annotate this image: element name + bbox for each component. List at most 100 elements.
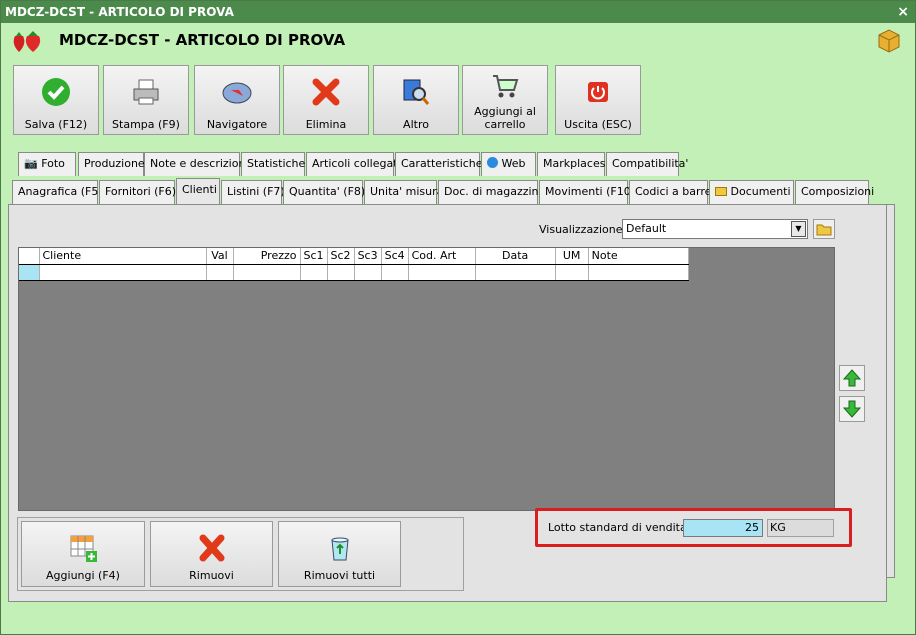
col-note[interactable]: Note (588, 248, 689, 265)
tab-movimenti[interactable]: Movimenti (F10) (539, 180, 635, 204)
cart-icon (493, 75, 519, 98)
chevron-down-icon[interactable]: ▼ (791, 221, 806, 237)
print-button[interactable]: Stampa (F9) (103, 65, 189, 135)
window-title: MDCZ-DCST - ARTICOLO DI PROVA (5, 5, 234, 19)
col-val[interactable]: Val (206, 248, 234, 265)
visualizzazione-label: Visualizzazione : (539, 223, 630, 236)
add-button[interactable]: Aggiungi (F4) (21, 521, 145, 587)
clienti-table: Cliente Val Prezzo Sc1 Sc2 Sc3 Sc4 Cod. … (19, 248, 689, 281)
tab-codici-barre[interactable]: Codici a barre (629, 180, 711, 204)
remove-button[interactable]: Rimuovi (150, 521, 273, 587)
globe-icon (487, 157, 498, 168)
navigator-label: Navigatore (206, 118, 268, 131)
tab-anagrafica[interactable]: Anagrafica (F5) (12, 180, 103, 204)
tab-markplaces[interactable]: Markplaces (537, 152, 605, 176)
cell-cod-art[interactable] (408, 264, 476, 281)
cell-data[interactable] (475, 264, 556, 281)
tab-foto[interactable]: 📷 Foto (18, 152, 76, 176)
table-row[interactable] (19, 264, 689, 281)
box-icon[interactable] (875, 27, 903, 55)
tab-unita-misura[interactable]: Unita' misura (364, 180, 443, 204)
tab-note[interactable]: Note e descrizioni (144, 152, 249, 176)
tab-caratteristiche[interactable]: Caratteristiche (395, 152, 483, 176)
delete-x-icon (312, 78, 340, 106)
clienti-grid[interactable]: Cliente Val Prezzo Sc1 Sc2 Sc3 Sc4 Cod. … (18, 247, 835, 511)
tab-compatibilita[interactable]: Compatibilita' (606, 152, 688, 176)
visualizzazione-value: Default (626, 222, 667, 235)
col-cod-art[interactable]: Cod. Art (408, 248, 476, 265)
visualizzazione-select[interactable]: Default ▼ (622, 219, 808, 239)
page-title: MDCZ-DCST - ARTICOLO DI PROVA (59, 31, 346, 49)
compass-icon (222, 82, 252, 104)
remove-all-label: Rimuovi tutti (303, 569, 376, 582)
close-icon[interactable]: × (897, 1, 909, 23)
row-header-cell (19, 248, 40, 265)
main-window: MDCZ-DCST - ARTICOLO DI PROVA × MDCZ-DCS… (0, 0, 916, 635)
search-doc-icon (403, 79, 430, 105)
delete-x-icon (199, 534, 224, 562)
col-data[interactable]: Data (475, 248, 556, 265)
tab-fornitori[interactable]: Fornitori (F6) (99, 180, 176, 204)
tab-doc-magazzino[interactable]: Doc. di magazzino (438, 180, 545, 204)
remove-label: Rimuovi (189, 569, 234, 582)
tab-clienti[interactable]: Clienti (176, 178, 220, 204)
cell-cliente[interactable] (39, 264, 207, 281)
cell-um[interactable] (555, 264, 589, 281)
check-icon (42, 78, 70, 106)
remove-all-button[interactable]: Rimuovi tutti (278, 521, 401, 587)
tab-produzione[interactable]: Produzione (78, 152, 145, 176)
title-bar: MDCZ-DCST - ARTICOLO DI PROVA × (1, 1, 915, 23)
add-row-icon (70, 535, 97, 562)
camera-icon: 📷 (24, 157, 38, 170)
add-label: Aggiungi (F4) (46, 569, 120, 582)
save-label: Salva (F12) (24, 118, 88, 131)
tab-web[interactable]: Web (481, 152, 536, 176)
cell-sc4[interactable] (381, 264, 409, 281)
lotto-label: Lotto standard di vendita : (548, 521, 694, 534)
navigator-button[interactable]: Navigatore (194, 65, 280, 135)
add-to-cart-label: Aggiungi al carrello (474, 105, 536, 131)
col-cliente[interactable]: Cliente (39, 248, 207, 265)
cell-sc3[interactable] (354, 264, 382, 281)
tab-statistiche[interactable]: Statistiche (241, 152, 305, 176)
add-to-cart-button[interactable]: Aggiungi al carrello (462, 65, 548, 135)
power-icon (588, 82, 608, 102)
col-sc1[interactable]: Sc1 (300, 248, 328, 265)
exit-button[interactable]: Uscita (ESC) (555, 65, 641, 135)
printer-icon (133, 79, 159, 105)
tab-documenti[interactable]: Documenti (709, 180, 794, 204)
save-button[interactable]: Salva (F12) (13, 65, 99, 135)
cell-sc2[interactable] (327, 264, 355, 281)
folder-icon (715, 187, 727, 196)
col-um[interactable]: UM (555, 248, 589, 265)
exit-label: Uscita (ESC) (564, 118, 632, 131)
col-sc2[interactable]: Sc2 (327, 248, 355, 265)
delete-label: Elimina (305, 118, 347, 131)
folder-button[interactable] (813, 219, 835, 239)
tab-quantita[interactable]: Quantita' (F8) (283, 180, 365, 204)
col-prezzo[interactable]: Prezzo (233, 248, 301, 265)
cell-note[interactable] (588, 264, 689, 281)
col-sc3[interactable]: Sc3 (354, 248, 382, 265)
row-selector[interactable] (19, 264, 40, 281)
arrow-down-icon (842, 400, 862, 418)
lotto-unit: KG (767, 519, 834, 537)
recycle-bin-icon (330, 537, 349, 561)
print-label: Stampa (F9) (112, 118, 180, 131)
strawberry-logo-icon (13, 31, 41, 52)
cell-val[interactable] (206, 264, 234, 281)
move-up-button[interactable] (839, 365, 865, 391)
more-button[interactable]: Altro (373, 65, 459, 135)
more-label: Altro (403, 118, 429, 131)
cell-prezzo[interactable] (233, 264, 301, 281)
folder-icon (816, 224, 832, 236)
col-sc4[interactable]: Sc4 (381, 248, 409, 265)
tab-composizioni[interactable]: Composizioni (795, 180, 874, 204)
tab-listini[interactable]: Listini (F7) (221, 180, 285, 204)
lotto-input[interactable]: 25 (683, 519, 763, 537)
header: MDCZ-DCST - ARTICOLO DI PROVA (1, 23, 915, 59)
delete-button[interactable]: Elimina (283, 65, 369, 135)
tab-articoli-collegati[interactable]: Articoli collegati (306, 152, 401, 176)
move-down-button[interactable] (839, 396, 865, 422)
cell-sc1[interactable] (300, 264, 328, 281)
